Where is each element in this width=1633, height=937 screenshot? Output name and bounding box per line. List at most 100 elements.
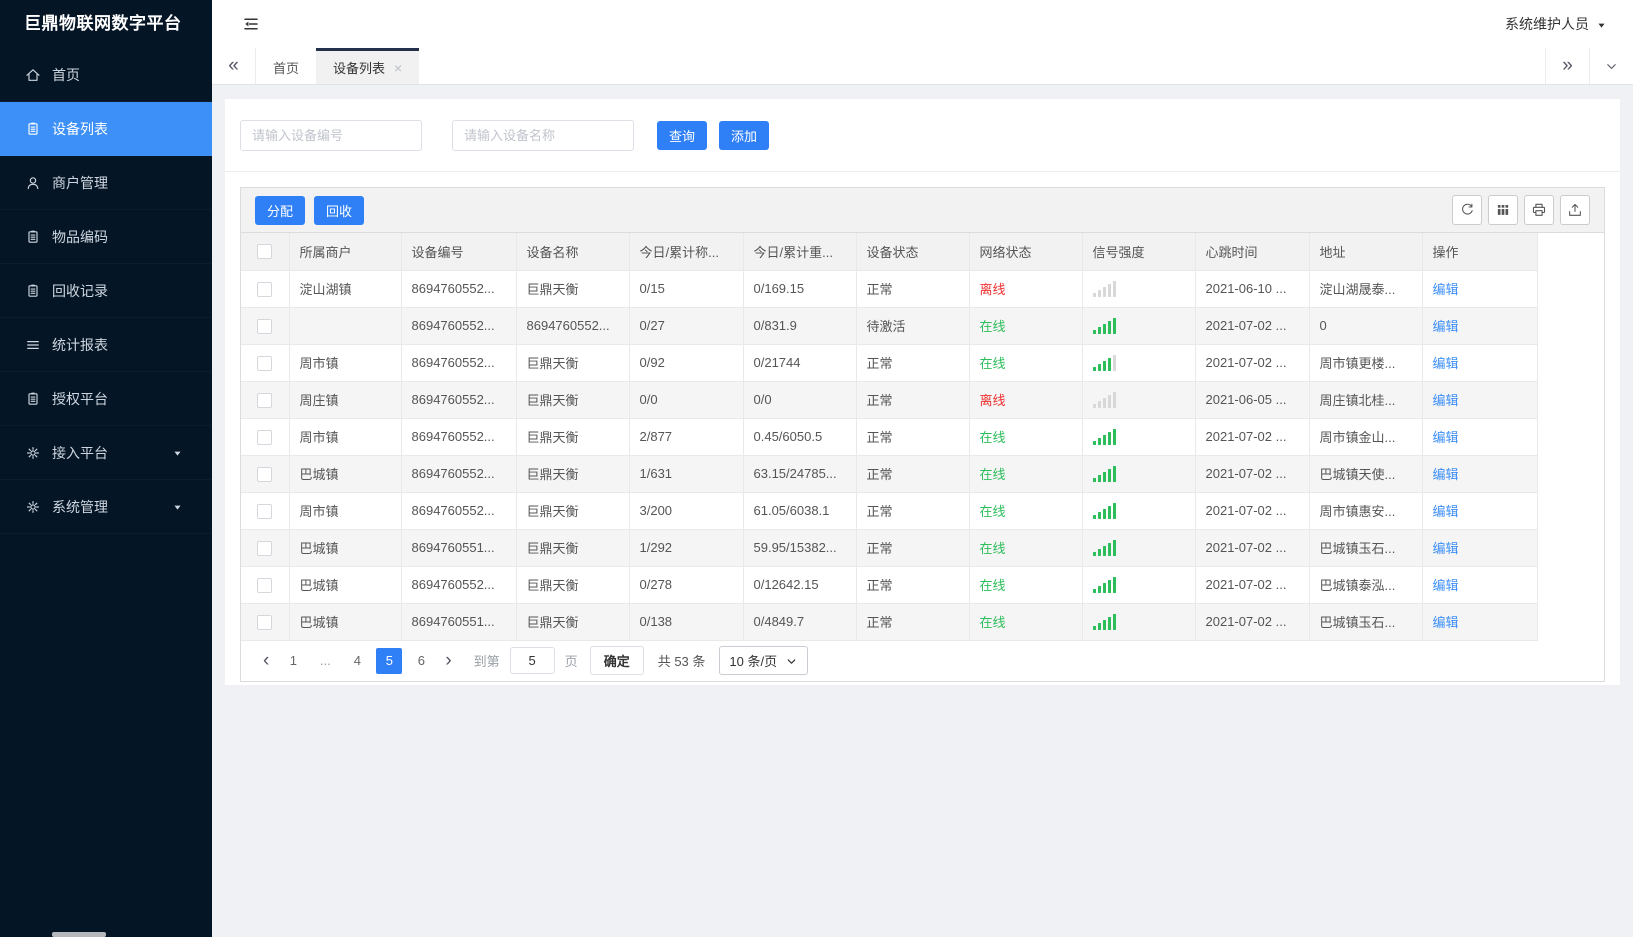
column-header-4: 今日/累计重... [743,233,857,271]
tab-bar: « 首页 设备列表 × » [212,48,1633,85]
sidebar-item-1[interactable]: 设备列表 [0,102,212,156]
cell-address: 周市镇更楼... [1309,344,1423,382]
row-checkbox[interactable] [257,577,273,593]
page-unit-label: 页 [564,654,578,669]
edit-link[interactable]: 编辑 [1433,319,1459,334]
cell-today-count: 0/0 [629,381,744,419]
sidebar-item-2[interactable]: 商户管理 [0,156,212,210]
cell-device-status: 正常 [856,381,970,419]
sidebar-item-7[interactable]: 接入平台 [0,426,212,480]
tabs-dropdown-button[interactable] [1589,48,1633,84]
assign-button[interactable]: 分配 [255,195,306,225]
cell-signal [1082,344,1196,382]
cell-device-no: 8694760552... [401,344,517,382]
column-header-6: 网络状态 [969,233,1083,271]
page-button-1[interactable]: 1 [280,648,306,674]
cell-device-name: 巨鼎天衡 [516,270,630,308]
device-table: 所属商户 设备编号 设备名称 今日/累计称... 今日/累计重... 设备状态 网络状态 信号… [241,233,1538,641]
edit-link[interactable]: 编辑 [1433,615,1459,630]
edit-link[interactable]: 编辑 [1433,356,1459,371]
tab-label: 设备列表 [333,61,386,76]
row-checkbox[interactable] [257,355,273,371]
next-page-button[interactable]: › [437,651,459,670]
add-button[interactable]: 添加 [719,121,770,150]
cell-device-status: 正常 [856,566,970,604]
cell-device-no: 8694760552... [401,381,517,419]
sidebar-item-3[interactable]: 物品编码 [0,210,212,264]
refresh-icon [1462,203,1473,215]
access-platform-icon [26,446,39,459]
tab-0[interactable]: 首页 [256,48,316,84]
goto-page-input[interactable] [509,647,555,674]
row-checkbox[interactable] [257,429,273,445]
edit-link[interactable]: 编辑 [1433,467,1459,482]
tabs-scroll-right-button[interactable]: » [1545,48,1589,84]
cell-heartbeat: 2021-07-02 ... [1195,455,1310,493]
edit-link[interactable]: 编辑 [1433,430,1459,445]
cell-device-no: 8694760551... [401,529,517,567]
caret-down-icon [174,505,181,510]
cell-device-name: 巨鼎天衡 [516,455,630,493]
row-checkbox[interactable] [257,281,273,297]
columns-icon [1497,205,1509,215]
tabs-scroll-left-button[interactable]: « [212,48,256,84]
tab-close-icon[interactable]: × [394,61,402,75]
export-button[interactable] [1560,195,1590,225]
sidebar-item-6[interactable]: 授权平台 [0,372,212,426]
cell-device-no: 8694760552... [401,455,517,493]
cell-address: 巴城镇玉石... [1309,529,1423,567]
menu-fold-button[interactable] [242,15,260,33]
page-button-6[interactable]: 6 [408,648,434,674]
edit-link[interactable]: 编辑 [1433,282,1459,297]
row-checkbox[interactable] [257,392,273,408]
report-icon [27,340,39,349]
signal-bars-icon [1092,317,1185,334]
column-header-0: 所属商户 [289,233,402,271]
query-button[interactable]: 查询 [657,121,708,150]
page-button-4[interactable]: 4 [344,648,370,674]
device-name-input[interactable] [452,120,634,151]
goto-confirm-button[interactable]: 确定 [589,646,644,675]
row-checkbox[interactable] [257,503,273,519]
cell-signal [1082,270,1196,308]
row-checkbox[interactable] [257,540,273,556]
table-container: 分配 回收 所属商户 设备编号 设备名称 今日/累计称... 今日/累计重... 设备状态… [240,187,1605,682]
sidebar-item-0[interactable]: 首页 [0,48,212,102]
signal-bars-icon [1092,613,1185,630]
refresh-button[interactable] [1452,195,1482,225]
user-name: 系统维护人员 [1505,16,1589,32]
cell-device-name: 巨鼎天衡 [516,566,630,604]
print-button[interactable] [1524,195,1554,225]
row-checkbox[interactable] [257,614,273,630]
recycle-button[interactable]: 回收 [314,195,365,225]
chevron-down-icon [1607,63,1616,69]
page-button-5[interactable]: 5 [376,647,403,674]
sidebar-item-4[interactable]: 回收记录 [0,264,212,318]
edit-link[interactable]: 编辑 [1433,578,1459,593]
columns-button[interactable] [1488,195,1518,225]
cell-action: 编辑 [1422,603,1538,641]
sidebar: 巨鼎物联网数字平台 首页 设备列表 商户管理 物品编码 回收记录 统计报表 授权平台 接入平台… [0,0,212,937]
tab-1[interactable]: 设备列表 × [316,48,420,84]
row-checkbox[interactable] [257,466,273,482]
row-checkbox[interactable] [257,318,273,334]
app-title: 巨鼎物联网数字平台 [24,14,182,33]
cell-signal [1082,455,1196,493]
sidebar-item-5[interactable]: 统计报表 [0,318,212,372]
edit-link[interactable]: 编辑 [1433,541,1459,556]
scrollbar-thumb[interactable] [52,932,106,937]
horizontal-scrollbar[interactable] [0,932,1633,937]
select-all-checkbox[interactable] [257,244,273,260]
table-row: 周市镇 8694760552... 巨鼎天衡 3/200 61.05/6038.1 正常在… [241,492,1538,530]
sidebar-item-8[interactable]: 系统管理 [0,480,212,534]
device-no-input[interactable] [240,120,422,151]
column-header-3: 今日/累计称... [629,233,744,271]
page-size-select[interactable]: 10 条/页 [719,646,809,675]
user-menu[interactable]: 系统维护人员 [1505,14,1607,34]
edit-link[interactable]: 编辑 [1433,393,1459,408]
cell-device-no: 8694760551... [401,603,517,641]
cell-device-status: 待激活 [856,307,970,345]
prev-page-button[interactable]: ‹ [255,651,277,670]
search-row: 查询 添加 [225,99,1620,172]
edit-link[interactable]: 编辑 [1433,504,1459,519]
